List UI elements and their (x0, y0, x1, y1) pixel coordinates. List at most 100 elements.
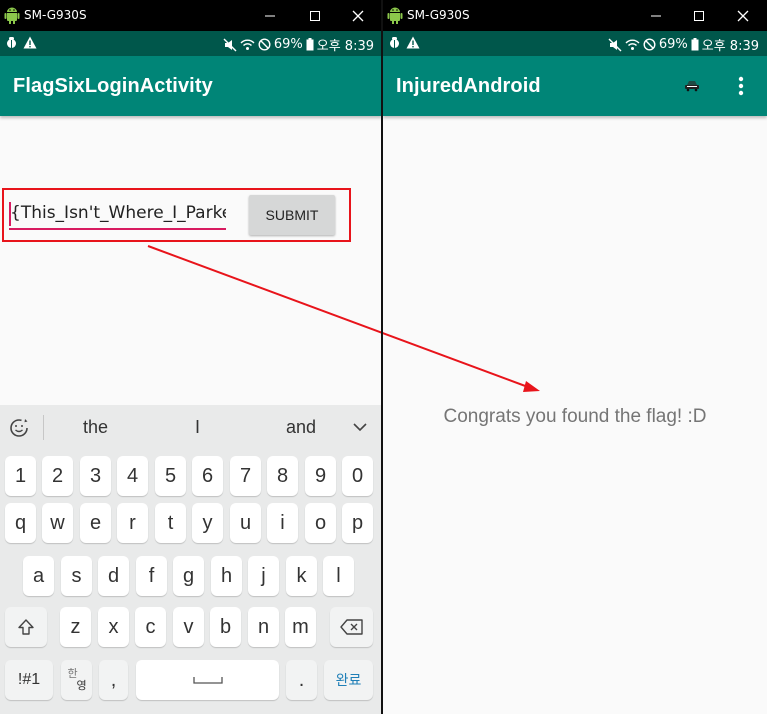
suggestion-word[interactable]: I (195, 417, 200, 438)
key[interactable]: k (286, 556, 317, 596)
key[interactable]: q (5, 503, 36, 543)
language-key-bottom-label: 영 (76, 680, 87, 692)
key[interactable]: z (60, 607, 91, 647)
status-bar: 69% 오후 8:39 (0, 31, 382, 56)
bug-icon (7, 37, 16, 48)
car-icon[interactable] (684, 80, 700, 92)
emoji-face-icon[interactable] (8, 417, 30, 439)
key[interactable]: p (342, 503, 373, 543)
warning-icon (23, 36, 37, 49)
dnd-icon (643, 38, 656, 51)
key[interactable]: x (98, 607, 129, 647)
suggestion-word[interactable]: the (83, 417, 108, 438)
key[interactable]: 7 (230, 456, 261, 496)
backspace-icon (339, 619, 363, 635)
period-key[interactable]: . (286, 660, 317, 700)
maximize-icon (310, 10, 320, 21)
key[interactable]: a (23, 556, 54, 596)
key[interactable]: u (230, 503, 261, 543)
key[interactable]: g (173, 556, 204, 596)
app-bar: FlagSixLoginActivity (0, 56, 382, 116)
wifi-icon (240, 39, 255, 50)
suggestion-word[interactable]: and (286, 417, 316, 438)
close-icon (737, 10, 749, 21)
status-time: 오후 8:39 (316, 39, 374, 54)
suggestion-bar: the I and (0, 405, 382, 450)
battery-icon (691, 38, 699, 51)
suggestion-separator (43, 415, 44, 440)
key[interactable]: 1 (5, 456, 36, 496)
battery-icon (306, 38, 314, 51)
key[interactable]: 2 (42, 456, 73, 496)
mute-icon (608, 38, 622, 51)
key[interactable]: 0 (342, 456, 373, 496)
chevron-down-icon[interactable] (352, 422, 368, 432)
window-title: SM-G930S (407, 8, 470, 22)
key[interactable]: y (192, 503, 223, 543)
key[interactable]: b (210, 607, 241, 647)
window-divider (381, 0, 383, 714)
close-icon (352, 10, 364, 21)
language-key-top-label: 한 (67, 668, 78, 680)
key[interactable]: f (136, 556, 167, 596)
key[interactable]: o (305, 503, 336, 543)
annotation-highlight-box (2, 188, 351, 242)
key[interactable]: s (61, 556, 92, 596)
battery-percent: 69% (658, 37, 688, 52)
key[interactable]: 9 (305, 456, 336, 496)
overflow-menu-icon[interactable] (738, 76, 744, 96)
backspace-key[interactable] (330, 607, 373, 647)
maximize-button[interactable] (679, 0, 719, 31)
close-button[interactable] (338, 0, 378, 31)
key[interactable]: v (173, 607, 204, 647)
key[interactable]: d (98, 556, 129, 596)
done-key[interactable]: 완료 (324, 660, 373, 700)
minimize-icon (651, 15, 661, 16)
minimize-button[interactable] (250, 0, 290, 31)
language-key[interactable]: 한 영 (61, 660, 92, 700)
key[interactable]: h (211, 556, 242, 596)
key[interactable]: 5 (155, 456, 186, 496)
key[interactable]: e (80, 503, 111, 543)
app-bar: InjuredAndroid (383, 56, 767, 116)
key[interactable]: c (135, 607, 166, 647)
window-titlebar: SM-G930S (383, 0, 767, 31)
status-time: 오후 8:39 (701, 39, 759, 54)
minimize-icon (265, 15, 275, 16)
wifi-icon (625, 39, 640, 50)
minimize-button[interactable] (636, 0, 676, 31)
android-icon (4, 7, 20, 24)
key[interactable]: r (117, 503, 148, 543)
key[interactable]: n (248, 607, 279, 647)
right-device-window: SM-G930S 69% 오후 8:39 InjuredAndroid Cong… (383, 0, 767, 714)
battery-percent: 69% (273, 37, 303, 52)
close-button[interactable] (723, 0, 763, 31)
shift-key[interactable] (5, 607, 47, 647)
key[interactable]: 6 (192, 456, 223, 496)
key[interactable]: t (155, 503, 186, 543)
dnd-icon (258, 38, 271, 51)
shift-icon (18, 619, 34, 635)
key[interactable]: i (267, 503, 298, 543)
key[interactable]: 3 (80, 456, 111, 496)
key[interactable]: j (248, 556, 279, 596)
comma-key[interactable]: , (99, 660, 128, 700)
maximize-button[interactable] (295, 0, 335, 31)
bug-icon (390, 37, 399, 48)
key[interactable]: 4 (117, 456, 148, 496)
key[interactable]: 8 (267, 456, 298, 496)
left-device-window: SM-G930S 69% 오후 8:39 FlagSixLoginActivit… (0, 0, 382, 714)
mute-icon (223, 38, 237, 51)
success-message: Congrats you found the flag! :D (443, 406, 707, 427)
symbols-key[interactable]: !#1 (5, 660, 53, 700)
window-titlebar: SM-G930S (0, 0, 382, 31)
page-title: FlagSixLoginActivity (13, 75, 213, 97)
space-icon (192, 677, 223, 684)
status-bar: 69% 오후 8:39 (383, 31, 767, 56)
android-icon (387, 7, 403, 24)
key[interactable]: w (42, 503, 73, 543)
key[interactable]: l (323, 556, 354, 596)
page-title: InjuredAndroid (396, 75, 541, 97)
space-key[interactable] (136, 660, 279, 700)
key[interactable]: m (285, 607, 316, 647)
